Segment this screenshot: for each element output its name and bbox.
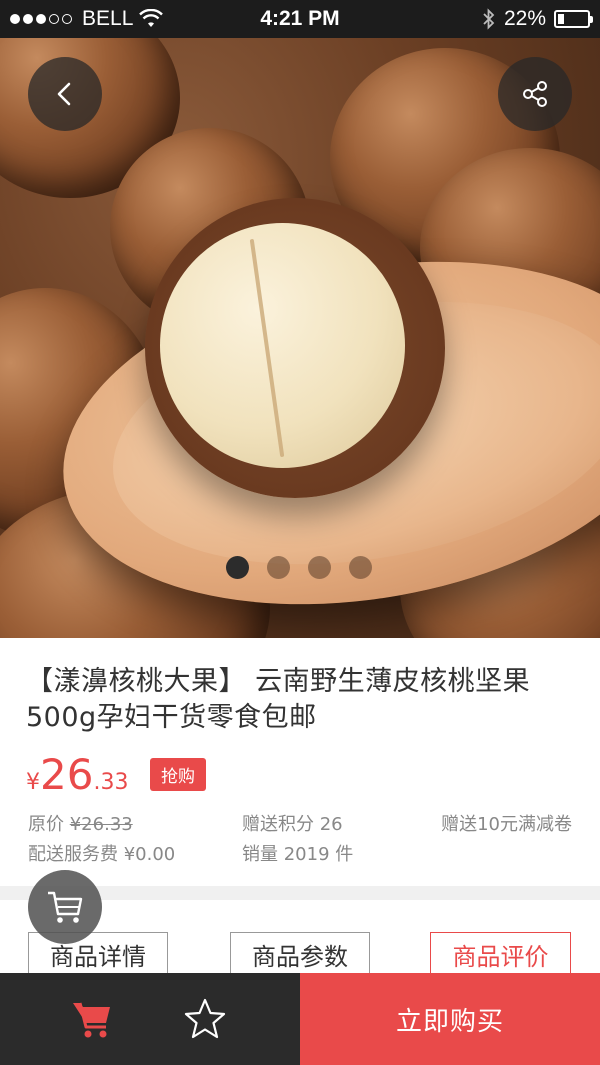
price-decimal: .33	[93, 770, 129, 795]
back-button[interactable]	[28, 57, 102, 131]
nut-kernel	[160, 223, 405, 468]
bottom-icon-area	[0, 973, 300, 1065]
original-price-label: 原价	[28, 814, 64, 835]
status-bar: BELL 4:21 PM 22%	[0, 0, 600, 38]
points-reward: 赠送积分 26	[242, 814, 343, 835]
pager-dot[interactable]	[226, 556, 249, 579]
original-price: 原价 ¥26.33	[28, 810, 133, 836]
battery-percent: 22%	[503, 7, 546, 30]
price-currency: ¥	[26, 770, 40, 795]
cart-icon	[48, 891, 83, 923]
coupon-reward: 赠送10元满减卷	[441, 814, 572, 835]
product-image-gallery[interactable]	[0, 38, 600, 638]
system-indicators: 22%	[482, 7, 593, 31]
pager-dot[interactable]	[349, 556, 372, 579]
product-title: 【漾濞核桃大果】 云南野生薄皮核桃坚果500g孕妇干货零食包邮	[26, 666, 531, 733]
chevron-left-icon	[57, 82, 71, 106]
share-button[interactable]	[498, 57, 572, 131]
tab-parameters[interactable]: 商品参数	[230, 932, 370, 976]
flash-sale-badge: 抢购	[150, 758, 206, 791]
share-icon	[523, 81, 547, 107]
pager-dot[interactable]	[308, 556, 331, 579]
shipping-fee: 配送服务费 ¥0.00	[28, 844, 176, 865]
buy-now-button[interactable]: 立即购买	[300, 973, 600, 1065]
gallery-pager	[226, 556, 372, 579]
battery-icon	[554, 10, 593, 28]
original-price-value: ¥26.33	[69, 814, 133, 835]
favorite-star-icon[interactable]	[183, 997, 227, 1041]
bluetooth-icon	[483, 8, 495, 30]
tab-reviews[interactable]: 商品评价	[430, 932, 571, 976]
product-info: 【漾濞核桃大果】 云南野生薄皮核桃坚果500g孕妇干货零食包邮 ¥26.33 抢…	[0, 638, 600, 886]
bottom-action-bar: 立即购买	[0, 973, 600, 1065]
pager-dot[interactable]	[267, 556, 290, 579]
price-integer: 26	[40, 750, 94, 799]
cart-icon[interactable]	[70, 997, 114, 1041]
product-price: ¥26.33	[26, 750, 128, 799]
floating-cart-button[interactable]	[28, 870, 102, 944]
sales-count: 销量 2019 件	[242, 844, 354, 865]
